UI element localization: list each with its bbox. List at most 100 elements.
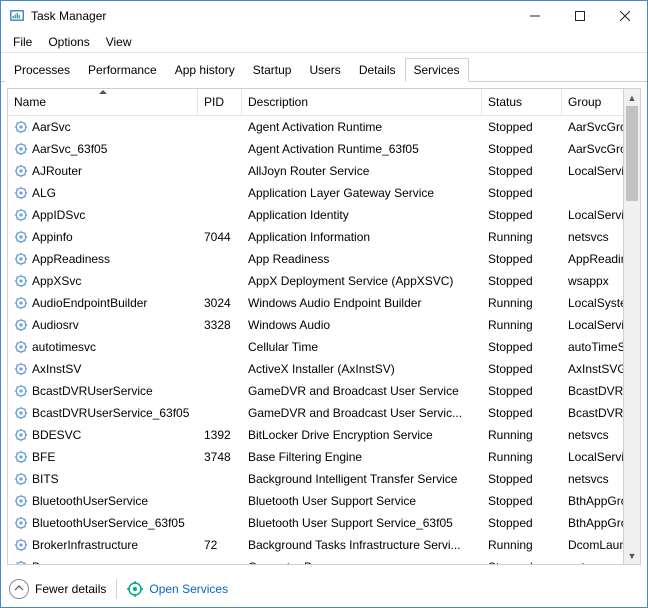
cell-description: Base Filtering Engine	[242, 450, 482, 464]
tab-performance[interactable]: Performance	[79, 58, 166, 82]
cell-status: Stopped	[482, 560, 562, 564]
cell-name: BrokerInfrastructure	[8, 538, 198, 552]
cell-group: netsvcs	[562, 230, 623, 244]
cell-description: AppX Deployment Service (AppXSVC)	[242, 274, 482, 288]
menu-file[interactable]: File	[5, 33, 40, 51]
col-group[interactable]: Group	[562, 89, 623, 115]
cell-group: BthAppGroup	[562, 494, 623, 508]
cell-pid: 3024	[198, 296, 242, 310]
cell-status: Stopped	[482, 186, 562, 200]
service-row[interactable]: BrokerInfrastructure72Background Tasks I…	[8, 534, 623, 556]
cell-name: BluetoothUserService_63f05	[8, 516, 198, 530]
cell-description: Cellular Time	[242, 340, 482, 354]
cell-pid: 3328	[198, 318, 242, 332]
cell-group: LocalService	[562, 318, 623, 332]
rows-container: AarSvcAgent Activation RuntimeStoppedAar…	[8, 116, 623, 564]
service-row[interactable]: AarSvc_63f05Agent Activation Runtime_63f…	[8, 138, 623, 160]
minimize-button[interactable]	[512, 1, 557, 31]
fewer-details-button[interactable]: Fewer details	[9, 579, 106, 599]
tab-startup[interactable]: Startup	[244, 58, 301, 82]
col-pid[interactable]: PID	[198, 89, 242, 115]
cell-group: LocalSystemNetworkRestricted	[562, 296, 623, 310]
cell-group: wsappx	[562, 274, 623, 288]
cell-name: BFE	[8, 450, 198, 464]
cell-status: Stopped	[482, 340, 562, 354]
cell-name: AppIDSvc	[8, 208, 198, 222]
cell-status: Stopped	[482, 362, 562, 376]
chevron-up-icon	[9, 579, 29, 599]
cell-group: netsvcs	[562, 428, 623, 442]
scroll-up-icon[interactable]: ▲	[624, 89, 640, 106]
service-row[interactable]: BFE3748Base Filtering EngineRunningLocal…	[8, 446, 623, 468]
service-row[interactable]: AppReadinessApp ReadinessStoppedAppReadi…	[8, 248, 623, 270]
cell-group: AxInstSVGroup	[562, 362, 623, 376]
cell-group: DcomLaunch	[562, 538, 623, 552]
cell-status: Stopped	[482, 472, 562, 486]
open-services-button[interactable]: Open Services	[127, 581, 228, 597]
cell-group: autoTimeSvc	[562, 340, 623, 354]
fewer-details-label: Fewer details	[35, 582, 106, 596]
tab-app-history[interactable]: App history	[166, 58, 244, 82]
service-row[interactable]: BDESVC1392BitLocker Drive Encryption Ser…	[8, 424, 623, 446]
service-row[interactable]: AxInstSV ActiveX Installer (AxInstSV)Stop…	[8, 358, 623, 380]
cell-group: LocalService	[562, 164, 623, 178]
col-description[interactable]: Description	[242, 89, 482, 115]
scroll-down-icon[interactable]: ▼	[624, 547, 640, 564]
service-row[interactable]: BluetoothUserService_63f05Bluetooth User…	[8, 512, 623, 534]
col-status[interactable]: Status	[482, 89, 562, 115]
cell-status: Running	[482, 230, 562, 244]
cell-name: BDESVC	[8, 428, 198, 442]
titlebar[interactable]: Task Manager	[1, 1, 647, 31]
cell-status: Stopped	[482, 274, 562, 288]
cell-group: netsvcs	[562, 560, 623, 564]
task-manager-window: Task Manager File Options View Processes…	[0, 0, 648, 608]
cell-name: BcastDVRUserService	[8, 384, 198, 398]
menu-options[interactable]: Options	[40, 33, 97, 51]
services-grid: Name PID Description Status Group AarSvc…	[7, 88, 641, 565]
service-row[interactable]: AppIDSvcApplication IdentityStoppedLocal…	[8, 204, 623, 226]
cell-status: Running	[482, 428, 562, 442]
cell-status: Stopped	[482, 252, 562, 266]
cell-description: Windows Audio Endpoint Builder	[242, 296, 482, 310]
tab-processes[interactable]: Processes	[5, 58, 79, 82]
service-row[interactable]: BITSBackground Intelligent Transfer Serv…	[8, 468, 623, 490]
service-row[interactable]: AudioEndpointBuilder3024Windows Audio En…	[8, 292, 623, 314]
cell-description: ActiveX Installer (AxInstSV)	[242, 362, 482, 376]
service-row[interactable]: BcastDVRUserService_63f05GameDVR and Bro…	[8, 402, 623, 424]
service-row[interactable]: Audiosrv3328Windows AudioRunningLocalSer…	[8, 314, 623, 336]
grid-scroll[interactable]: Name PID Description Status Group AarSvc…	[8, 89, 623, 564]
maximize-button[interactable]	[557, 1, 602, 31]
cell-description: Computer Browser	[242, 560, 482, 564]
footer: Fewer details Open Services	[1, 571, 647, 607]
cell-status: Stopped	[482, 208, 562, 222]
vertical-scrollbar[interactable]: ▲ ▼	[623, 89, 640, 564]
cell-pid: 72	[198, 538, 242, 552]
menubar: File Options View	[1, 31, 647, 53]
service-row[interactable]: AppXSvcAppX Deployment Service (AppXSVC)…	[8, 270, 623, 292]
footer-divider	[116, 579, 117, 599]
scroll-thumb[interactable]	[626, 106, 638, 201]
cell-name: AJRouter	[8, 164, 198, 178]
service-row[interactable]: AarSvcAgent Activation RuntimeStoppedAar…	[8, 116, 623, 138]
cell-name: AxInstSV	[8, 362, 198, 376]
cell-description: AllJoyn Router Service	[242, 164, 482, 178]
cell-name: Appinfo	[8, 230, 198, 244]
cell-group: BcastDVRUserService	[562, 384, 623, 398]
cell-name: ALG	[8, 186, 198, 200]
menu-view[interactable]: View	[98, 33, 140, 51]
tab-users[interactable]: Users	[300, 58, 349, 82]
col-name[interactable]: Name	[8, 89, 198, 115]
service-row[interactable]: autotimesvcCellular TimeStoppedautoTimeS…	[8, 336, 623, 358]
tab-details[interactable]: Details	[350, 58, 405, 82]
close-button[interactable]	[602, 1, 647, 31]
service-row[interactable]: BluetoothUserServiceBluetooth User Suppo…	[8, 490, 623, 512]
cell-status: Running	[482, 450, 562, 464]
service-row[interactable]: AJRouterAllJoyn Router ServiceStoppedLoc…	[8, 160, 623, 182]
service-row[interactable]: BcastDVRUserServiceGameDVR and Broadcast…	[8, 380, 623, 402]
cell-name: AudioEndpointBuilder	[8, 296, 198, 310]
service-row[interactable]: BrowserComputer BrowserStoppednetsvcs	[8, 556, 623, 564]
service-row[interactable]: ALGApplication Layer Gateway ServiceStop…	[8, 182, 623, 204]
tab-services[interactable]: Services	[405, 58, 469, 82]
cell-group: LocalService	[562, 208, 623, 222]
service-row[interactable]: Appinfo7044Application InformationRunnin…	[8, 226, 623, 248]
